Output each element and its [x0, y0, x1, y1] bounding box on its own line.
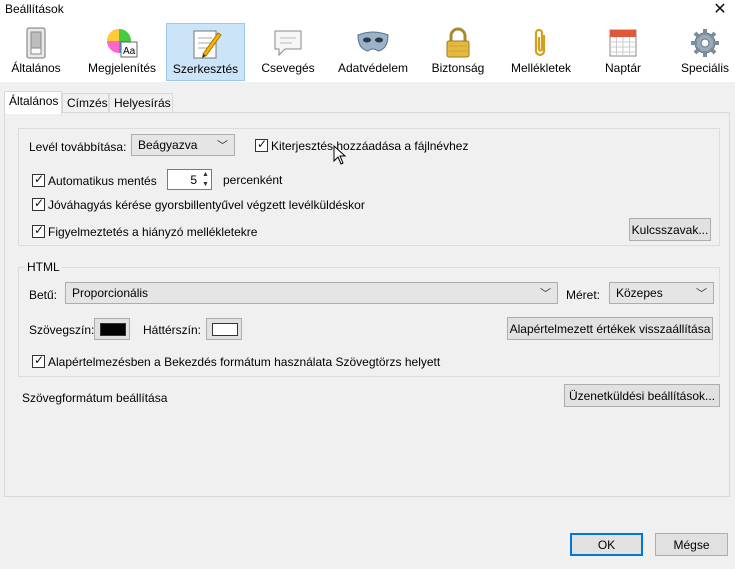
- chevron-down-icon: ﹀: [696, 288, 707, 300]
- close-icon[interactable]: ✕: [711, 0, 729, 19]
- svg-text:Aa: Aa: [123, 46, 136, 57]
- chat-bubble-icon: [274, 30, 302, 57]
- toolbar-item-label: Naptár: [604, 61, 642, 75]
- category-toolbar: Általános Aa Megjelenítés Szerkesztés Cs…: [0, 20, 735, 82]
- gear-icon: [691, 29, 719, 57]
- palette-icon: Aa: [107, 29, 138, 58]
- text-color-swatch: [100, 323, 126, 336]
- font-select[interactable]: Proporcionális ﹀: [65, 282, 558, 304]
- restore-defaults-button[interactable]: Alapértelmezett értékek visszaállítása: [507, 317, 713, 340]
- window-title: Beállítások: [5, 2, 64, 16]
- font-label: Betű:: [29, 288, 58, 302]
- missing-attachment-checkbox[interactable]: [32, 223, 45, 238]
- bg-color-button[interactable]: [206, 318, 242, 340]
- keywords-button[interactable]: Kulcsszavak...: [629, 218, 711, 241]
- chevron-down-icon[interactable]: ▼: [200, 180, 211, 189]
- toolbar-item-altalanos[interactable]: Általános: [4, 23, 68, 81]
- chevron-up-icon[interactable]: ▲: [200, 170, 211, 179]
- font-select-value: Proporcionális: [72, 286, 149, 300]
- tab-altalanos[interactable]: Általános: [4, 91, 62, 114]
- add-extension-checkbox[interactable]: [255, 137, 268, 152]
- autosave-minutes-stepper[interactable]: 5 ▲ ▼: [167, 169, 212, 190]
- toolbar-item-biztonsag[interactable]: Biztonság: [426, 23, 490, 81]
- ok-button[interactable]: OK: [570, 533, 643, 556]
- forward-label: Levél továbbítása:: [29, 140, 127, 154]
- switch-icon: [26, 27, 46, 59]
- autosave-unit-label: percenként: [223, 173, 283, 187]
- paperclip-icon: [534, 28, 546, 57]
- chevron-down-icon: ﹀: [540, 288, 551, 300]
- confirm-shortcut-label: Jóváhagyás kérése gyorsbillentyűvel végz…: [48, 198, 365, 212]
- mask-icon: [357, 31, 389, 52]
- toolbar-item-megjelenites[interactable]: Aa Megjelenítés: [84, 23, 160, 81]
- title-bar: Beállítások ✕: [0, 0, 735, 20]
- text-color-button[interactable]: [94, 318, 130, 340]
- mouse-pointer-icon: [333, 145, 347, 165]
- bg-color-swatch: [212, 323, 238, 336]
- cancel-button[interactable]: Mégse: [655, 533, 728, 556]
- size-select[interactable]: Közepes ﹀: [609, 282, 714, 304]
- autosave-checkbox[interactable]: [32, 172, 45, 187]
- toolbar-item-csevegés[interactable]: Csevegés: [256, 23, 320, 81]
- padlock-icon: [446, 27, 470, 58]
- html-group-title: HTML: [25, 260, 62, 274]
- html-group: HTML Betű: Proporcionális ﹀ Méret: Közep…: [18, 260, 720, 377]
- text-format-label: Szövegformátum beállítása: [22, 391, 168, 405]
- size-label: Méret:: [566, 288, 601, 302]
- toolbar-item-label: Biztonság: [431, 61, 485, 75]
- general-group: Levél továbbítása: Beágyazva ﹀ Kiterjesz…: [18, 128, 720, 246]
- paragraph-format-checkbox[interactable]: [32, 353, 45, 368]
- tab-cimzes[interactable]: Címzés: [62, 93, 109, 113]
- autosave-label: Automatikus mentés: [48, 174, 157, 188]
- add-extension-label: Kiterjesztés hozzáadása a fájlnévhez: [271, 139, 469, 153]
- tab-panel: Levél továbbítása: Beágyazva ﹀ Kiterjesz…: [4, 112, 730, 497]
- forward-select-value: Beágyazva: [138, 138, 198, 152]
- toolbar-item-label: Megjelenítés: [87, 61, 157, 75]
- size-select-value: Közepes: [616, 286, 663, 300]
- pencil-paper-icon: [193, 30, 222, 59]
- paragraph-format-label: Alapértelmezésben a Bekezdés formátum ha…: [48, 355, 441, 369]
- toolbar-item-label: Speciális: [680, 61, 730, 75]
- calendar-icon: [609, 29, 637, 57]
- message-settings-button[interactable]: Üzenetküldési beállítások...: [564, 384, 720, 407]
- chevron-down-icon: ﹀: [217, 140, 228, 152]
- toolbar-item-naptar[interactable]: Naptár: [592, 23, 654, 81]
- autosave-minutes-value: 5: [190, 173, 197, 187]
- toolbar-item-szerkesztes[interactable]: Szerkesztés: [166, 23, 245, 81]
- forward-select[interactable]: Beágyazva ﹀: [131, 134, 235, 156]
- tab-helyesiras[interactable]: Helyesírás: [109, 93, 173, 113]
- missing-attachment-label: Figyelmeztetés a hiányzó mellékletekre: [48, 225, 258, 239]
- confirm-shortcut-checkbox[interactable]: [32, 196, 45, 211]
- toolbar-item-label: Adatvédelem: [337, 61, 409, 75]
- toolbar-item-label: Csevegés: [261, 61, 315, 75]
- text-color-label: Szövegszín:: [29, 323, 95, 337]
- toolbar-item-adatvedelem[interactable]: Adatvédelem: [334, 23, 412, 81]
- bg-color-label: Háttérszín:: [143, 323, 202, 337]
- toolbar-item-specialis[interactable]: Speciális: [674, 23, 735, 81]
- toolbar-item-label: Általános: [11, 61, 61, 75]
- toolbar-item-label: Szerkesztés: [172, 62, 239, 76]
- toolbar-item-label: Mellékletek: [510, 61, 572, 75]
- toolbar-item-mellekletek[interactable]: Mellékletek: [504, 23, 578, 81]
